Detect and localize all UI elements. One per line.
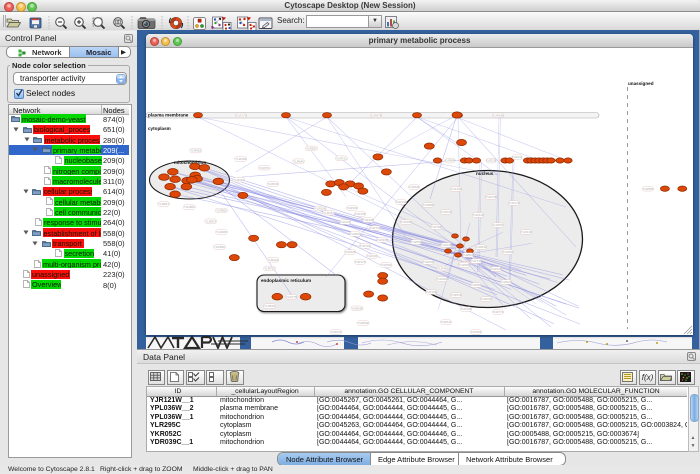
svg-text:YLR228: YLR228	[486, 159, 497, 163]
svg-text:YLR746: YLR746	[471, 259, 482, 263]
svg-text:YLR482: YLR482	[437, 267, 448, 271]
svg-text:YLR684: YLR684	[503, 250, 514, 254]
svg-text:YLR626: YLR626	[441, 210, 452, 214]
svg-text:YLR721: YLR721	[336, 156, 347, 160]
svg-text:YLR702: YLR702	[370, 226, 381, 230]
svg-text:YLR662: YLR662	[190, 149, 201, 153]
svg-text:YLR446: YLR446	[363, 218, 374, 222]
svg-text:YLR516: YLR516	[451, 293, 462, 297]
svg-text:YLR629: YLR629	[264, 304, 275, 308]
svg-text:YLR343: YLR343	[473, 213, 484, 217]
svg-text:YLR533: YLR533	[267, 182, 278, 186]
svg-text:YLR824: YLR824	[463, 253, 474, 257]
svg-text:YLR385: YLR385	[401, 220, 412, 224]
svg-text:YLR993: YLR993	[306, 147, 317, 151]
svg-text:YLR316: YLR316	[233, 178, 244, 182]
svg-text:YLR165: YLR165	[355, 212, 366, 216]
svg-text:YLR903: YLR903	[437, 277, 448, 281]
svg-text:YLR586: YLR586	[643, 187, 654, 191]
svg-text:YLR652: YLR652	[411, 240, 422, 244]
svg-text:YLR371: YLR371	[259, 166, 270, 170]
svg-text:YLR294: YLR294	[481, 297, 492, 301]
svg-text:YLR787: YLR787	[323, 211, 334, 215]
svg-text:YLR353: YLR353	[381, 263, 392, 267]
svg-text:YLR840: YLR840	[476, 245, 487, 249]
svg-text:YLR597: YLR597	[493, 223, 504, 227]
svg-text:YLR702: YLR702	[360, 244, 371, 248]
svg-text:mitochondrion: mitochondrion	[174, 160, 206, 165]
svg-text:YLR235: YLR235	[441, 243, 452, 247]
svg-text:YLR170: YLR170	[236, 113, 247, 117]
svg-text:YLR305: YLR305	[216, 230, 227, 234]
svg-text:YLR330: YLR330	[347, 206, 358, 210]
svg-text:YLR335: YLR335	[377, 238, 388, 242]
svg-text:YLR462: YLR462	[471, 330, 482, 334]
svg-text:YLR438: YLR438	[486, 195, 497, 199]
svg-text:YLR334: YLR334	[409, 185, 420, 189]
svg-text:YLR652: YLR652	[216, 209, 227, 213]
svg-text:YLR269: YLR269	[235, 157, 246, 161]
svg-text:YLR325: YLR325	[345, 250, 356, 254]
svg-text:YLR765: YLR765	[264, 267, 275, 271]
svg-text:YLR419: YLR419	[267, 258, 278, 262]
svg-text:YLR548: YLR548	[352, 306, 363, 310]
svg-text:YLR319: YLR319	[521, 230, 532, 234]
svg-text:YLR645: YLR645	[493, 113, 504, 117]
svg-text:YLR847: YLR847	[158, 202, 169, 206]
svg-text:YLR584: YLR584	[471, 283, 482, 287]
svg-text:YLR690: YLR690	[423, 260, 434, 264]
svg-text:YLR196: YLR196	[426, 290, 437, 294]
svg-text:YLR775: YLR775	[286, 295, 297, 299]
svg-text:YLR132: YLR132	[396, 200, 407, 204]
svg-text:YLR830: YLR830	[214, 245, 225, 249]
svg-text:YLR169: YLR169	[451, 187, 462, 191]
svg-text:YLR774: YLR774	[493, 310, 504, 314]
svg-text:YLR172: YLR172	[355, 260, 366, 264]
svg-text:YLR541: YLR541	[441, 320, 452, 324]
svg-text:YLR562: YLR562	[358, 321, 369, 325]
svg-text:YLR121: YLR121	[340, 220, 351, 224]
svg-text:YLR878: YLR878	[371, 113, 382, 117]
svg-text:YLR884: YLR884	[445, 159, 456, 163]
svg-text:YLR172: YLR172	[509, 201, 520, 205]
svg-text:YLR980: YLR980	[423, 203, 434, 207]
svg-text:YLR806: YLR806	[184, 205, 195, 209]
svg-text:YLR223: YLR223	[331, 330, 342, 334]
svg-text:cytoplasm: cytoplasm	[148, 126, 171, 131]
svg-text:YLR584: YLR584	[459, 263, 470, 267]
svg-text:plasma membrane: plasma membrane	[148, 113, 189, 118]
svg-text:endoplasmic reticulum: endoplasmic reticulum	[261, 278, 311, 283]
svg-text:YLR640: YLR640	[293, 159, 304, 163]
svg-text:YLR873: YLR873	[205, 219, 216, 223]
svg-text:YLR231: YLR231	[512, 155, 523, 159]
svg-text:unassigned: unassigned	[628, 81, 654, 86]
svg-text:YLR926: YLR926	[501, 280, 512, 284]
svg-text:YLR199: YLR199	[461, 307, 472, 311]
svg-text:YLR107: YLR107	[367, 254, 378, 258]
svg-text:YLR348: YLR348	[491, 267, 502, 271]
svg-text:YLR785: YLR785	[431, 225, 442, 229]
svg-text:YLR667: YLR667	[350, 232, 361, 236]
